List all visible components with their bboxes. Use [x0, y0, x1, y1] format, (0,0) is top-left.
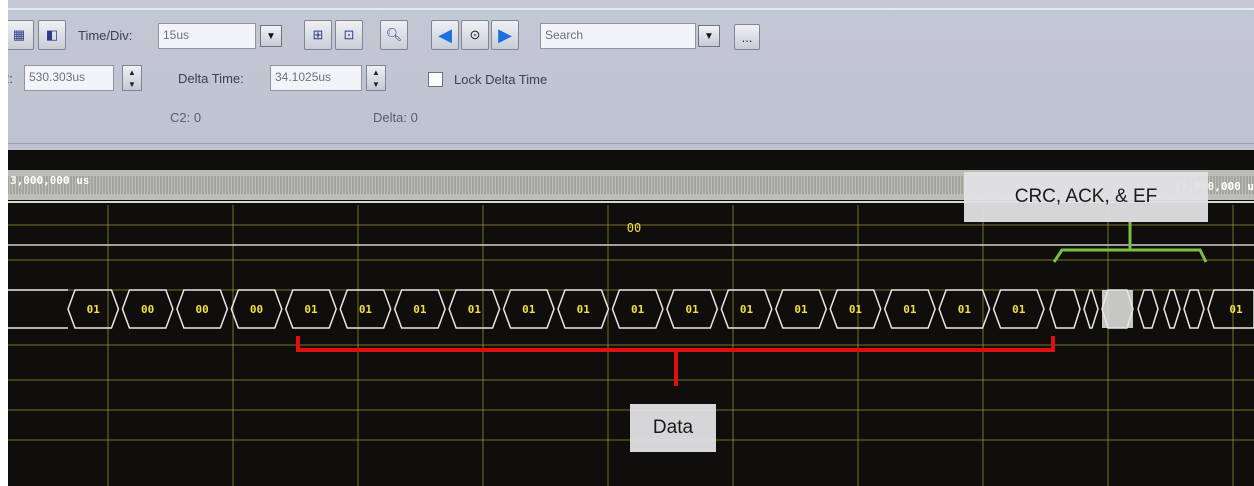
bus-value-label: 01: [685, 303, 699, 316]
bus-value-label: 01: [413, 303, 427, 316]
bus-segment-crc: [1083, 289, 1099, 329]
spin-updown-icon[interactable]: ▲ ▼: [122, 65, 142, 91]
c2-readout: C2: 0: [170, 110, 202, 125]
bus-value-label: 01: [631, 303, 645, 316]
bus-segment-crc: [1137, 289, 1159, 329]
binoculars-icon[interactable]: ⊙: [461, 20, 489, 50]
cursor-readout-row: ) C2: 0 Delta: 0: [8, 98, 1254, 144]
bus-value-label: 01: [87, 303, 101, 316]
bus-segment-crc: [1163, 289, 1181, 329]
bus-value-label: 01: [903, 303, 917, 316]
bus-dense-block: [1102, 290, 1133, 328]
next-arrow-icon[interactable]: ▶: [491, 20, 519, 50]
lock-delta-label: Lock Delta Time: [454, 72, 548, 87]
bus-value-label: 00: [250, 303, 263, 316]
prev-arrow-icon[interactable]: ◀: [431, 20, 459, 50]
delta-readout: Delta: 0: [373, 110, 418, 125]
search-dropdown-arrow-icon[interactable]: ▼: [698, 25, 720, 47]
more-button[interactable]: ...: [734, 24, 760, 50]
bus-value-label: 01: [522, 303, 536, 316]
timescale-left-label: 3,000,000 us: [10, 174, 89, 187]
zoom-range-icon[interactable]: ⊡: [335, 20, 363, 50]
bus-value-label: 01: [304, 303, 318, 316]
bus-value-label: 01: [577, 303, 591, 316]
bus-segment-crc: [1183, 289, 1205, 329]
bus-value-label: 01: [849, 303, 863, 316]
bus-value-label: 01: [794, 303, 808, 316]
c2-prefix: 2:: [8, 71, 13, 86]
toolbar-row-1: ▦ ◧ Time/Div: 15us ▼ ⊞ ⊡ 🔍︎ ◀ ⊙ ▶ Search…: [8, 8, 1254, 60]
table-icon[interactable]: ▦: [8, 20, 34, 50]
bus-value-label: 00: [141, 303, 154, 316]
delta-spin-updown-icon[interactable]: ▲ ▼: [366, 65, 386, 91]
bus-value-label: 01: [740, 303, 754, 316]
lock-delta-checkbox[interactable]: [428, 72, 443, 87]
crc-ack-ef-annotation: CRC, ACK, & EF: [964, 172, 1208, 222]
time-div-label: Time/Div:: [78, 28, 133, 43]
dropdown-arrow-icon[interactable]: ▼: [260, 25, 282, 47]
delta-time-input[interactable]: 34.1025us: [270, 65, 362, 91]
data-bracket: [296, 336, 1055, 352]
bus-value-label: 01: [468, 303, 482, 316]
bus-value-label: 01: [1012, 303, 1026, 316]
delta-time-label: Delta Time:: [178, 71, 244, 86]
logic-analyzer-window: ▦ ◧ Time/Div: 15us ▼ ⊞ ⊡ 🔍︎ ◀ ⊙ ▶ Search…: [8, 0, 1254, 486]
upper-bus-value: 00: [627, 221, 641, 235]
c2-position-input[interactable]: 530.303us: [24, 65, 114, 91]
bus-value-label: 01: [359, 303, 373, 316]
magnifier-icon[interactable]: 🔍︎: [380, 20, 408, 50]
zoom-fit-icon[interactable]: ⊞: [304, 20, 332, 50]
data-annotation: Data: [630, 404, 716, 452]
time-div-input[interactable]: 15us: [158, 23, 256, 49]
bus-value-label: 01: [958, 303, 972, 316]
bus-value-label: 01: [1229, 303, 1243, 316]
toolbar-row-2: 2: 530.303us ▲▼ Delta Time: 34.1025us ▲▼…: [8, 60, 1254, 98]
search-input[interactable]: Search: [540, 23, 696, 49]
bus-segment-crc: [1049, 289, 1081, 329]
settings-icon[interactable]: ◧: [38, 20, 66, 50]
bus-value-label: 00: [195, 303, 208, 316]
